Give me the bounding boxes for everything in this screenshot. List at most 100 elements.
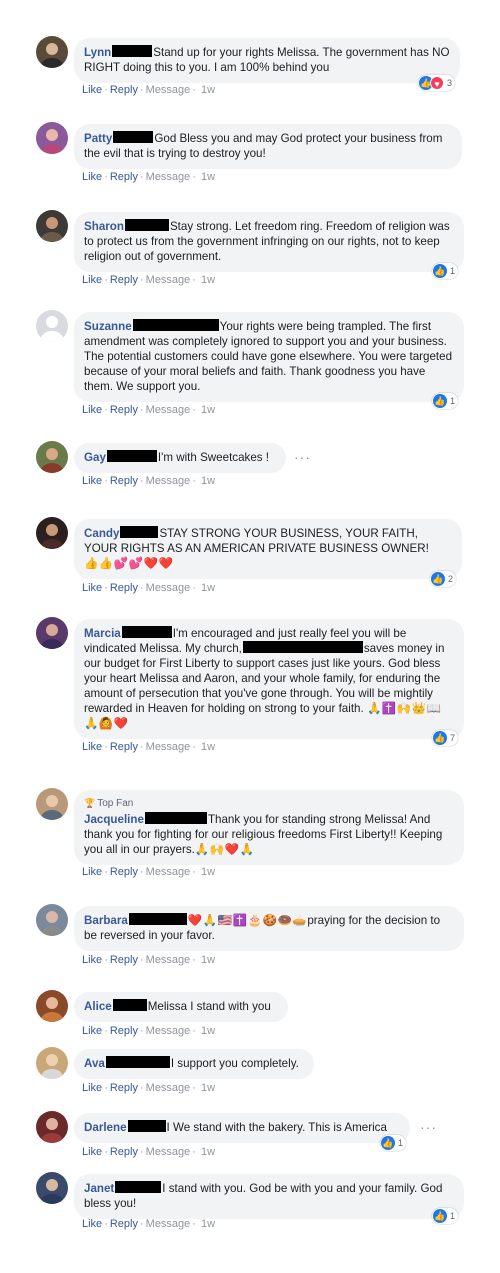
- like-button[interactable]: Like: [82, 475, 102, 487]
- timestamp[interactable]: 1w: [201, 866, 215, 878]
- avatar[interactable]: [36, 1172, 68, 1204]
- like-button[interactable]: Like: [82, 1146, 102, 1158]
- redaction: [106, 450, 157, 462]
- reaction-count[interactable]: 👍 1: [432, 1208, 459, 1224]
- message-button[interactable]: Message: [146, 475, 191, 487]
- avatar[interactable]: [36, 210, 68, 242]
- like-reaction-icon: 👍: [431, 572, 445, 586]
- message-button[interactable]: Message: [146, 274, 191, 286]
- redaction: [113, 131, 154, 143]
- timestamp[interactable]: 1w: [201, 954, 215, 966]
- avatar[interactable]: [36, 310, 68, 342]
- reply-button[interactable]: Reply: [110, 741, 138, 753]
- reply-button[interactable]: Reply: [110, 866, 138, 878]
- like-button[interactable]: Like: [82, 582, 102, 594]
- timestamp[interactable]: 1w: [201, 1146, 215, 1158]
- reply-button[interactable]: Reply: [110, 1025, 138, 1037]
- avatar[interactable]: [36, 1047, 68, 1079]
- commenter-name[interactable]: Gay: [84, 451, 106, 464]
- commenter-name[interactable]: Sharon: [84, 220, 124, 233]
- reply-button[interactable]: Reply: [110, 954, 138, 966]
- like-button[interactable]: Like: [82, 1082, 102, 1094]
- like-button[interactable]: Like: [82, 171, 102, 183]
- avatar[interactable]: [36, 36, 68, 68]
- redaction: [127, 1120, 166, 1132]
- avatar[interactable]: [36, 617, 68, 649]
- comment-bubble: Marcia I'm encouraged and just really fee…: [74, 619, 464, 739]
- avatar[interactable]: [36, 990, 68, 1022]
- timestamp[interactable]: 1w: [201, 1025, 215, 1037]
- message-button[interactable]: Message: [146, 1082, 191, 1094]
- message-button[interactable]: Message: [146, 171, 191, 183]
- commenter-name[interactable]: Darlene: [84, 1121, 127, 1134]
- like-button[interactable]: Like: [82, 741, 102, 753]
- reply-button[interactable]: Reply: [110, 1146, 138, 1158]
- reply-button[interactable]: Reply: [110, 404, 138, 416]
- reply-button[interactable]: Reply: [110, 1218, 138, 1230]
- message-button[interactable]: Message: [146, 954, 191, 966]
- timestamp[interactable]: 1w: [201, 1218, 215, 1230]
- like-button[interactable]: Like: [82, 84, 102, 96]
- redaction: [132, 319, 219, 331]
- comment-bubble: Patty God Bless you and may God protect y…: [74, 124, 462, 169]
- reply-button[interactable]: Reply: [110, 1082, 138, 1094]
- message-button[interactable]: Message: [146, 1025, 191, 1037]
- redaction: [112, 999, 147, 1011]
- avatar[interactable]: [36, 1111, 68, 1143]
- like-button[interactable]: Like: [82, 404, 102, 416]
- timestamp[interactable]: 1w: [201, 404, 215, 416]
- commenter-name[interactable]: Marcia: [84, 627, 121, 640]
- comment-actions: Like · Reply · Message · 1w: [82, 1218, 216, 1230]
- comment-bubble: Alice Melissa I stand with you: [74, 992, 288, 1022]
- timestamp[interactable]: 1w: [201, 171, 215, 183]
- reaction-count[interactable]: 👍 2: [430, 571, 457, 587]
- message-button[interactable]: Message: [146, 1218, 191, 1230]
- avatar[interactable]: [36, 904, 68, 936]
- comment-actions: Like · Reply · Message · 1w: [82, 1082, 216, 1094]
- like-reaction-icon: 👍: [433, 264, 447, 278]
- timestamp[interactable]: 1w: [201, 1082, 215, 1094]
- commenter-name[interactable]: Jacqueline: [84, 813, 144, 826]
- timestamp[interactable]: 1w: [201, 475, 215, 487]
- avatar[interactable]: [36, 517, 68, 549]
- avatar[interactable]: [36, 122, 68, 154]
- message-button[interactable]: Message: [146, 1146, 191, 1158]
- commenter-name[interactable]: Janet: [84, 1182, 114, 1195]
- like-button[interactable]: Like: [82, 274, 102, 286]
- reaction-count[interactable]: 👍 1: [380, 1135, 407, 1151]
- commenter-name[interactable]: Candy: [84, 527, 119, 540]
- reply-button[interactable]: Reply: [110, 475, 138, 487]
- more-options-icon[interactable]: ···: [294, 449, 311, 465]
- commenter-name[interactable]: Lynn: [84, 46, 111, 59]
- reply-button[interactable]: Reply: [110, 582, 138, 594]
- commenter-name[interactable]: Alice: [84, 1000, 112, 1013]
- message-button[interactable]: Message: [146, 582, 191, 594]
- like-button[interactable]: Like: [82, 954, 102, 966]
- timestamp[interactable]: 1w: [201, 741, 215, 753]
- commenter-name[interactable]: Patty: [84, 132, 112, 145]
- commenter-name[interactable]: Barbara: [84, 914, 128, 927]
- commenter-name[interactable]: Suzanne: [84, 320, 132, 333]
- message-button[interactable]: Message: [146, 404, 191, 416]
- reply-button[interactable]: Reply: [110, 171, 138, 183]
- comment-emoji: 🙏🙌❤️🙏: [194, 843, 255, 856]
- like-button[interactable]: Like: [82, 866, 102, 878]
- reaction-count[interactable]: 👍 1: [432, 263, 459, 279]
- reaction-count[interactable]: 👍 7: [432, 730, 459, 746]
- avatar[interactable]: [36, 441, 68, 473]
- reaction-count[interactable]: 👍 ♥ 3: [418, 75, 456, 91]
- like-button[interactable]: Like: [82, 1218, 102, 1230]
- avatar[interactable]: [36, 788, 68, 820]
- more-options-icon[interactable]: ···: [420, 1119, 437, 1135]
- like-button[interactable]: Like: [82, 1025, 102, 1037]
- timestamp[interactable]: 1w: [201, 274, 215, 286]
- reply-button[interactable]: Reply: [110, 84, 138, 96]
- message-button[interactable]: Message: [146, 741, 191, 753]
- message-button[interactable]: Message: [146, 866, 191, 878]
- timestamp[interactable]: 1w: [201, 84, 215, 96]
- reaction-count[interactable]: 👍 1: [432, 393, 459, 409]
- reply-button[interactable]: Reply: [110, 274, 138, 286]
- message-button[interactable]: Message: [146, 84, 191, 96]
- commenter-name[interactable]: Ava: [84, 1057, 105, 1070]
- timestamp[interactable]: 1w: [201, 582, 215, 594]
